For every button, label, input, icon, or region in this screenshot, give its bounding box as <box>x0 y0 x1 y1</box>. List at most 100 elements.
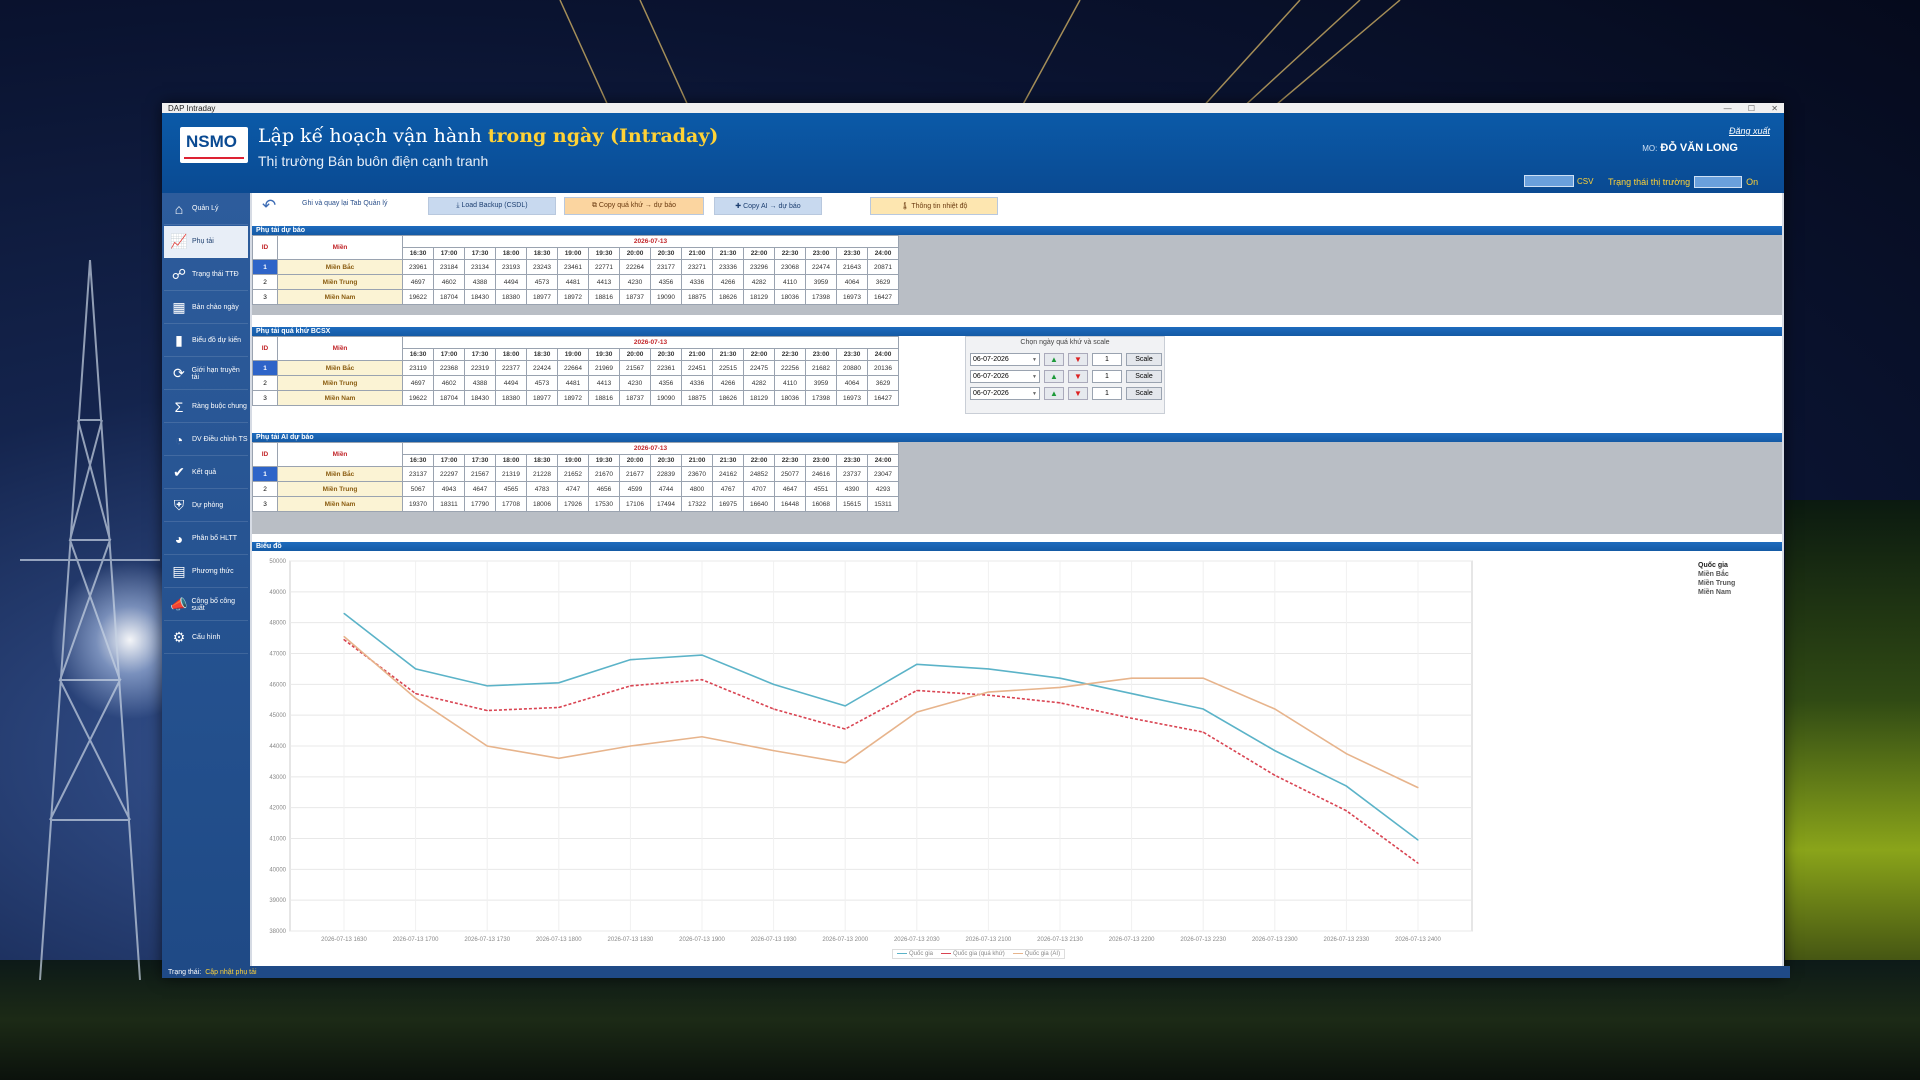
load-cell[interactable]: 21677 <box>619 466 651 482</box>
load-cell[interactable]: 18737 <box>619 289 651 305</box>
load-cell[interactable]: 20871 <box>867 259 899 275</box>
load-cell[interactable]: 25077 <box>774 466 806 482</box>
load-cell[interactable]: 4282 <box>743 274 775 290</box>
load-cell[interactable]: 4494 <box>495 274 527 290</box>
sidebar-item[interactable]: ⛨ Dự phòng <box>164 490 248 522</box>
load-cell[interactable]: 16973 <box>836 390 868 406</box>
load-cell[interactable]: 18704 <box>433 390 465 406</box>
load-cell[interactable]: 23271 <box>681 259 713 275</box>
weather-info-button[interactable]: 🌡 Thông tin nhiệt độ <box>870 197 998 215</box>
load-cell[interactable]: 19622 <box>402 390 434 406</box>
row-id[interactable]: 1 <box>252 259 278 275</box>
load-cell[interactable]: 5067 <box>402 481 434 497</box>
load-cell[interactable]: 18816 <box>588 390 620 406</box>
load-cell[interactable]: 3959 <box>805 375 837 391</box>
load-cell[interactable]: 4783 <box>526 481 558 497</box>
load-cell[interactable]: 21228 <box>526 466 558 482</box>
load-cell[interactable]: 4656 <box>588 481 620 497</box>
load-cell[interactable]: 4747 <box>557 481 589 497</box>
load-cell[interactable]: 24616 <box>805 466 837 482</box>
table-row[interactable]: 1 Miền Bắc 23119 22368 22319 22377 22424 22664 2… <box>252 360 899 376</box>
sidebar-item[interactable]: ⚙ Cấu hình <box>164 622 248 654</box>
load-cell[interactable]: 4697 <box>402 375 434 391</box>
load-cell[interactable]: 18972 <box>557 390 589 406</box>
load-cell[interactable]: 16448 <box>774 496 806 512</box>
scale-factor-input[interactable]: 1 <box>1092 370 1122 383</box>
table-row[interactable]: 3 Miền Nam 19622 18704 18430 18380 18977 18972 1… <box>252 390 899 406</box>
load-cell[interactable]: 22264 <box>619 259 651 275</box>
load-cell[interactable]: 21567 <box>619 360 651 376</box>
load-cell[interactable]: 18380 <box>495 390 527 406</box>
load-cell[interactable]: 18875 <box>681 390 713 406</box>
load-cell[interactable]: 23193 <box>495 259 527 275</box>
load-cell[interactable]: 4388 <box>464 274 496 290</box>
load-cell[interactable]: 4744 <box>650 481 682 497</box>
load-cell[interactable]: 4697 <box>402 274 434 290</box>
history-date-select[interactable]: 06-07-2026 ▼ <box>970 387 1040 400</box>
copy-ai-button[interactable]: ✚ Copy AI → dự báo <box>714 197 822 215</box>
load-cell[interactable]: 4800 <box>681 481 713 497</box>
load-cell[interactable]: 4573 <box>526 375 558 391</box>
load-cell[interactable]: 22839 <box>650 466 682 482</box>
sidebar-item[interactable]: ▤ Phương thức <box>164 556 248 588</box>
sidebar-item[interactable]: ▮ Biểu đồ dự kiến <box>164 325 248 357</box>
row-id[interactable]: 1 <box>252 360 278 376</box>
load-cell[interactable]: 17530 <box>588 496 620 512</box>
load-cell[interactable]: 4282 <box>743 375 775 391</box>
close-icon[interactable]: ✕ <box>1771 104 1778 113</box>
row-id[interactable]: 2 <box>252 375 278 391</box>
copy-history-button[interactable]: ⧉ Copy quá khứ → dự báo <box>564 197 704 215</box>
load-cell[interactable]: 16427 <box>867 289 899 305</box>
load-cell[interactable]: 4602 <box>433 274 465 290</box>
load-cell[interactable]: 4565 <box>495 481 527 497</box>
load-cell[interactable]: 18311 <box>433 496 465 512</box>
load-cell[interactable]: 24852 <box>743 466 775 482</box>
load-cell[interactable]: 18875 <box>681 289 713 305</box>
load-cell[interactable]: 4494 <box>495 375 527 391</box>
load-cell[interactable]: 22664 <box>557 360 589 376</box>
arrow-up-icon[interactable]: ▲ <box>1044 387 1064 400</box>
load-cell[interactable]: 21682 <box>805 360 837 376</box>
load-cell[interactable]: 18036 <box>774 390 806 406</box>
load-cell[interactable]: 18129 <box>743 390 775 406</box>
load-cell[interactable]: 18380 <box>495 289 527 305</box>
load-cell[interactable]: 21969 <box>588 360 620 376</box>
load-cell[interactable]: 23119 <box>402 360 434 376</box>
load-cell[interactable]: 17926 <box>557 496 589 512</box>
load-cell[interactable]: 4481 <box>557 375 589 391</box>
load-backup-button[interactable]: ⤓ Load Backup (CSDL) <box>428 197 556 215</box>
table-row[interactable]: 3 Miền Nam 19370 18311 17790 17708 18006 17926 1… <box>252 496 899 512</box>
load-cell[interactable]: 4293 <box>867 481 899 497</box>
table-row[interactable]: 2 Miền Trung 4697 4602 4388 4494 4573 4481 4413 4… <box>252 375 899 391</box>
load-cell[interactable]: 4336 <box>681 274 713 290</box>
load-cell[interactable]: 4230 <box>619 375 651 391</box>
load-cell[interactable]: 4356 <box>650 375 682 391</box>
load-cell[interactable]: 4647 <box>774 481 806 497</box>
back-arrow-icon[interactable]: ↶ <box>262 196 276 216</box>
minimize-icon[interactable]: — <box>1724 104 1732 113</box>
csv-toggle[interactable]: CSV <box>1524 175 1593 187</box>
load-cell[interactable]: 4336 <box>681 375 713 391</box>
row-id[interactable]: 2 <box>252 274 278 290</box>
load-cell[interactable]: 4356 <box>650 274 682 290</box>
load-cell[interactable]: 21567 <box>464 466 496 482</box>
load-cell[interactable]: 22256 <box>774 360 806 376</box>
load-cell[interactable]: 4064 <box>836 274 868 290</box>
market-status-switch[interactable] <box>1694 176 1743 188</box>
load-cell[interactable]: 3629 <box>867 274 899 290</box>
load-cell[interactable]: 23184 <box>433 259 465 275</box>
load-cell[interactable]: 19370 <box>402 496 434 512</box>
load-cell[interactable]: 17322 <box>681 496 713 512</box>
load-cell[interactable]: 4551 <box>805 481 837 497</box>
load-cell[interactable]: 18816 <box>588 289 620 305</box>
load-cell[interactable]: 18704 <box>433 289 465 305</box>
load-cell[interactable]: 23134 <box>464 259 496 275</box>
load-cell[interactable]: 23296 <box>743 259 775 275</box>
row-id[interactable]: 3 <box>252 496 278 512</box>
load-cell[interactable]: 23137 <box>402 466 434 482</box>
load-cell[interactable]: 20880 <box>836 360 868 376</box>
load-cell[interactable]: 18977 <box>526 289 558 305</box>
sidebar-item[interactable]: ▦ Bản chào ngày <box>164 292 248 324</box>
load-cell[interactable]: 23068 <box>774 259 806 275</box>
load-cell[interactable]: 17708 <box>495 496 527 512</box>
